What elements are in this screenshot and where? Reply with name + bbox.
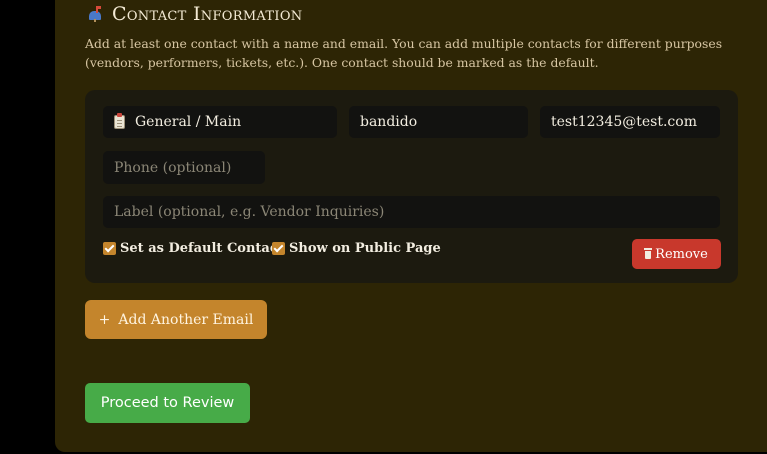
contact-email-input[interactable]: test12345@test.com	[540, 106, 720, 138]
add-email-label: Add Another Email	[118, 311, 254, 328]
contact-type-value: General / Main	[135, 114, 242, 130]
public-page-checkbox[interactable]	[272, 242, 285, 255]
section-title: Contact Information	[88, 3, 302, 25]
default-contact-label: Set as Default Contact	[120, 241, 284, 256]
contact-label-input[interactable]: Label (optional, e.g. Vendor Inquiries)	[103, 196, 720, 228]
remove-contact-button[interactable]: Remove	[632, 239, 721, 269]
plus-icon: +	[98, 311, 111, 328]
contact-phone-input[interactable]: Phone (optional)	[103, 151, 265, 184]
remove-button-label: Remove	[655, 246, 708, 262]
trash-icon	[644, 248, 653, 259]
default-contact-option[interactable]: Set as Default Contact	[103, 241, 284, 256]
add-another-email-button[interactable]: + Add Another Email	[85, 300, 267, 339]
contact-name-input[interactable]: bandido	[349, 106, 528, 138]
proceed-to-review-button[interactable]: Proceed to Review	[85, 383, 250, 423]
contact-type-select[interactable]: General / Main	[103, 106, 337, 138]
default-contact-checkbox[interactable]	[103, 242, 116, 255]
mailbox-icon	[88, 6, 104, 22]
section-description: Add at least one contact with a name and…	[85, 36, 723, 70]
clipboard-icon	[114, 113, 125, 129]
public-page-label: Show on Public Page	[289, 241, 441, 256]
section-title-text: Contact Information	[112, 3, 303, 25]
public-page-option[interactable]: Show on Public Page	[272, 241, 441, 256]
